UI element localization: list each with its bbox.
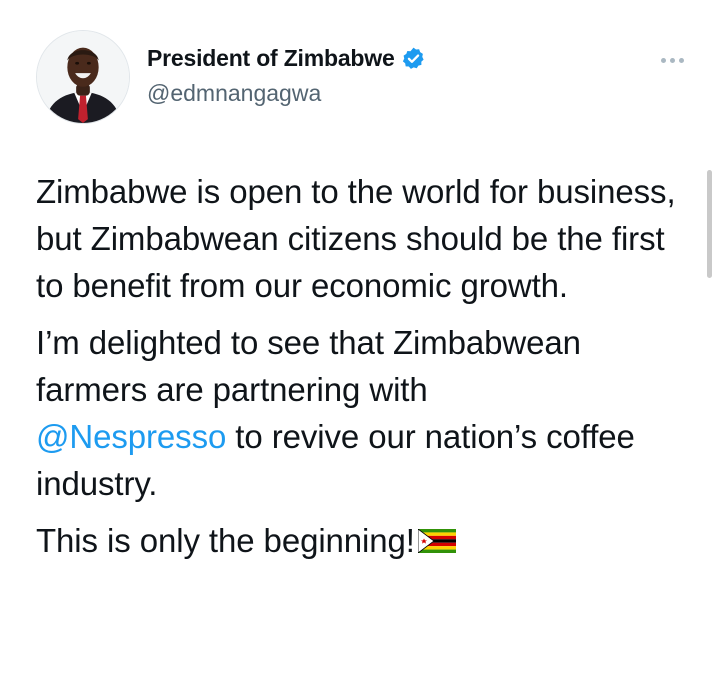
author-name-row: President of Zimbabwe bbox=[147, 42, 426, 74]
tweet-card: President of Zimbabwe @edmnangagwa Zimba… bbox=[0, 0, 720, 675]
zimbabwe-flag-icon bbox=[417, 529, 456, 553]
mention-link[interactable]: @Nespresso bbox=[36, 418, 226, 455]
author-block: President of Zimbabwe @edmnangagwa bbox=[147, 42, 426, 107]
scrollbar[interactable] bbox=[707, 170, 712, 278]
avatar-image bbox=[37, 31, 129, 123]
tweet-text: This is only the beginning! bbox=[36, 522, 415, 559]
author-handle[interactable]: @edmnangagwa bbox=[147, 80, 426, 107]
verified-badge-icon bbox=[401, 46, 426, 71]
tweet-paragraph-2: I’m delighted to see that Zimbabwean far… bbox=[36, 319, 696, 507]
tweet-text: I’m delighted to see that Zimbabwean far… bbox=[36, 324, 581, 408]
avatar[interactable] bbox=[36, 30, 130, 124]
tweet-body: Zimbabwe is open to the world for busine… bbox=[36, 168, 696, 564]
tweet-paragraph-3: This is only the beginning! bbox=[36, 517, 696, 564]
tweet-paragraph-1: Zimbabwe is open to the world for busine… bbox=[36, 173, 676, 304]
more-horizontal-icon[interactable] bbox=[652, 52, 692, 68]
author-display-name[interactable]: President of Zimbabwe bbox=[147, 45, 395, 72]
